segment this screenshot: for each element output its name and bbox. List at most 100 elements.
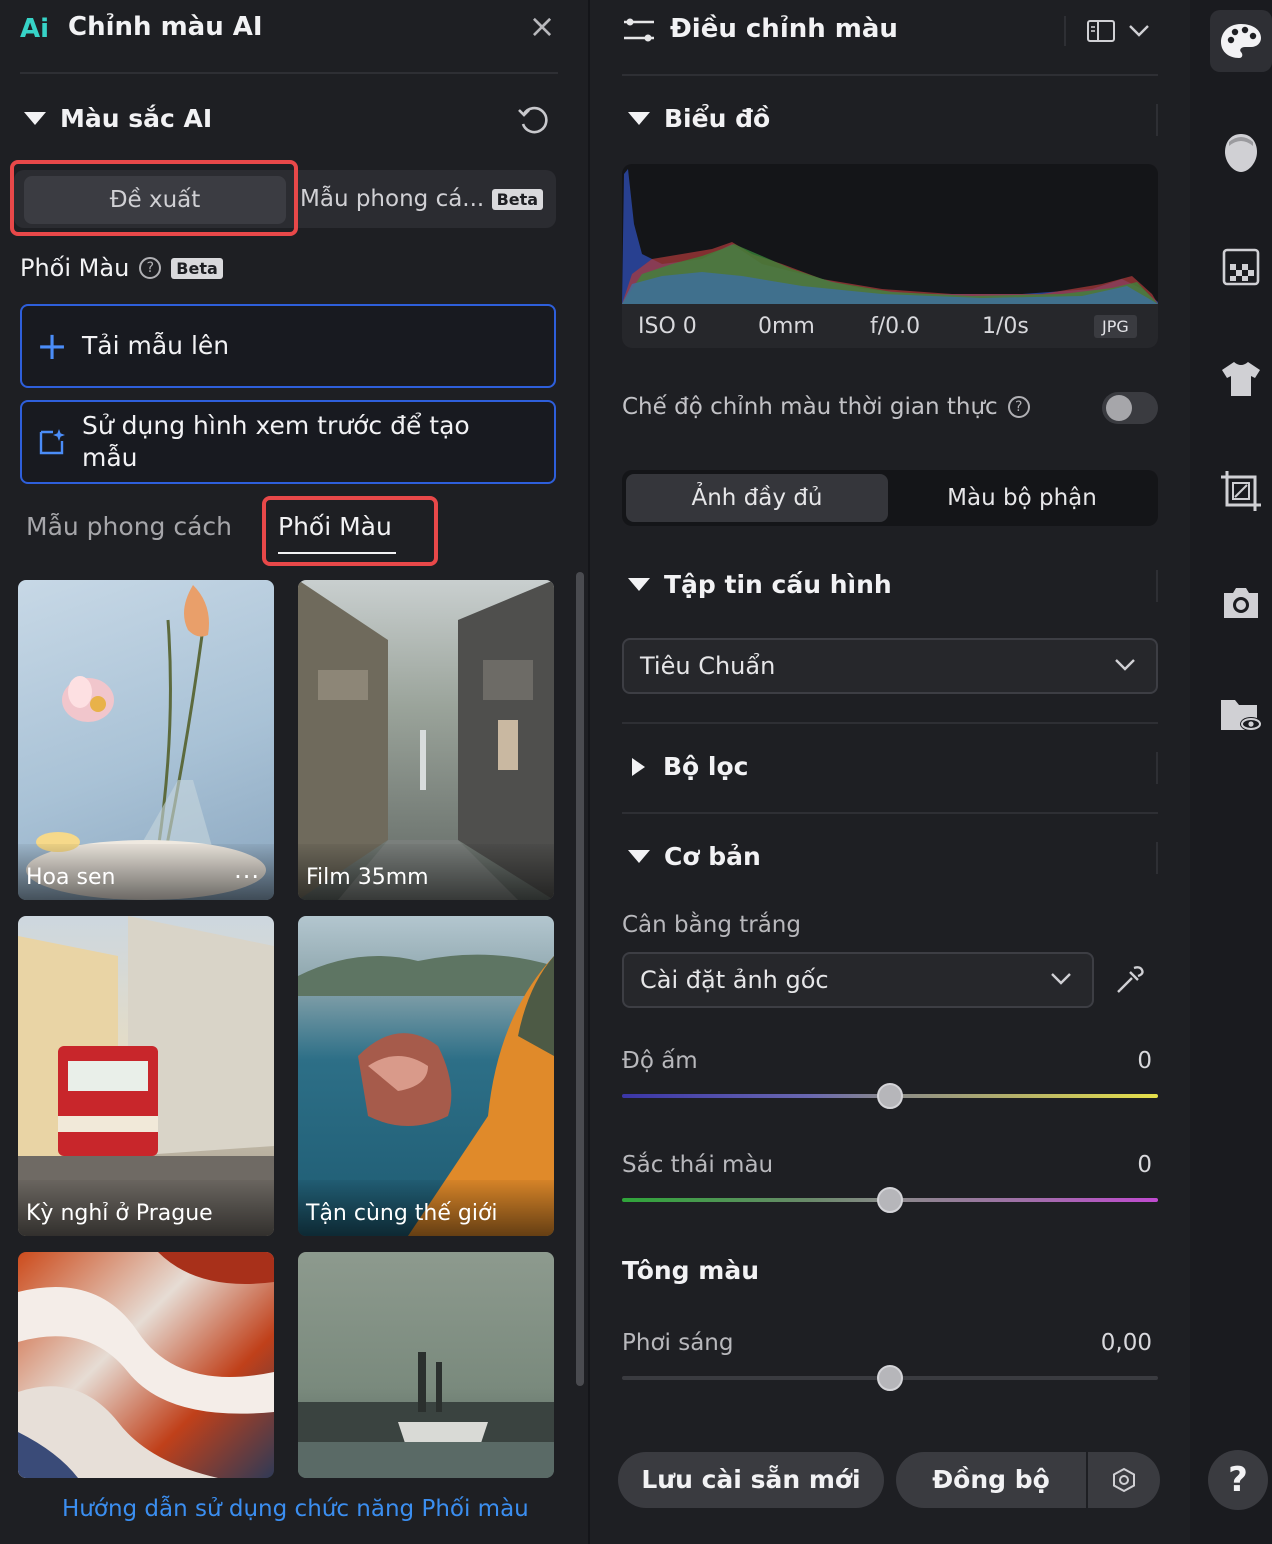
- collapse-triangle-icon: [24, 112, 46, 125]
- folder-eye-icon: [1221, 700, 1262, 731]
- section-title: Cơ bản: [664, 842, 761, 871]
- reset-icon[interactable]: [516, 102, 550, 136]
- card-title: Film 35mm: [306, 865, 429, 890]
- profile-header[interactable]: Tập tin cấu hình: [628, 570, 892, 599]
- divider: [1064, 16, 1066, 46]
- palette-icon: [1221, 24, 1261, 58]
- profile-value: Tiêu Chuẩn: [640, 652, 776, 680]
- help-icon[interactable]: ?: [139, 257, 162, 279]
- white-balance-dropdown[interactable]: Cài đặt ảnh gốc: [622, 952, 1094, 1008]
- template-card[interactable]: [298, 1252, 554, 1478]
- preview-label: Sử dụng hình xem trước để tạo mẫu: [82, 411, 470, 472]
- divider: [1156, 104, 1158, 136]
- profile-dropdown[interactable]: Tiêu Chuẩn: [622, 638, 1158, 694]
- expand-triangle-icon: [632, 757, 645, 776]
- ai-logo-icon: Ai: [20, 14, 50, 44]
- collapse-triangle-icon: [628, 850, 650, 863]
- filter-header[interactable]: Bộ lọc: [632, 752, 749, 781]
- divider: [20, 72, 558, 74]
- warmth-slider-thumb[interactable]: [877, 1083, 903, 1109]
- scrollbar[interactable]: [576, 572, 584, 1386]
- exposure-slider-thumb[interactable]: [877, 1365, 903, 1391]
- help-icon[interactable]: ?: [1007, 396, 1030, 418]
- sync-settings-button[interactable]: [1088, 1452, 1160, 1508]
- camera-icon: [1224, 588, 1258, 618]
- face-tool[interactable]: [1210, 122, 1272, 184]
- divider: [622, 812, 1158, 814]
- shirt-icon: [1222, 362, 1260, 396]
- plus-icon: +: [36, 324, 68, 368]
- eyedropper-icon[interactable]: [1114, 964, 1146, 996]
- palette-tool[interactable]: [1210, 10, 1272, 72]
- segment-style-template[interactable]: Mẫu phong cá... Beta: [300, 186, 544, 212]
- tint-slider-thumb[interactable]: [877, 1187, 903, 1213]
- face-icon: [1225, 134, 1257, 172]
- sync-button[interactable]: Đồng bộ: [896, 1452, 1086, 1508]
- clothing-tool[interactable]: [1210, 348, 1272, 410]
- section-ai-color-header[interactable]: Màu sắc AI: [24, 104, 212, 133]
- tint-value: 0: [1137, 1152, 1152, 1178]
- divider: [622, 74, 1158, 76]
- chevron-down-icon[interactable]: [1128, 24, 1150, 38]
- ai-color-panel: Ai Chỉnh màu AI × Màu sắc AI Đề xuất Mẫu…: [0, 0, 588, 1544]
- help-button[interactable]: ?: [1208, 1450, 1268, 1510]
- tone-title: Tông màu: [622, 1256, 759, 1285]
- divider: [1156, 842, 1158, 874]
- exif-bar: ISO 0 0mm f/0.0 1/0s JPG: [622, 304, 1158, 348]
- tab-style-template[interactable]: Mẫu phong cách: [26, 512, 232, 541]
- tab-partial-color[interactable]: Màu bộ phận: [890, 474, 1154, 522]
- template-card[interactable]: Tận cùng thế giới: [298, 916, 554, 1236]
- exposure-label: Phơi sáng: [622, 1330, 734, 1356]
- realtime-row: Chế độ chỉnh màu thời gian thực ?: [622, 394, 1030, 420]
- more-icon[interactable]: ···: [234, 865, 260, 889]
- mosaic-tool[interactable]: [1210, 236, 1272, 298]
- color-match-header: Phối Màu ? Beta: [20, 254, 223, 282]
- template-card[interactable]: Film 35mm: [298, 580, 554, 900]
- guide-link[interactable]: Hướng dẫn sử dụng chức năng Phối màu: [62, 1496, 529, 1522]
- color-match-title: Phối Màu: [20, 254, 130, 282]
- tool-rail: [1190, 0, 1272, 1544]
- section-title: Bộ lọc: [663, 752, 749, 781]
- save-preset-button[interactable]: Lưu cài sẵn mới: [618, 1452, 884, 1508]
- template-card[interactable]: Hoa sen ···: [18, 580, 274, 900]
- camera-tool[interactable]: [1210, 572, 1272, 634]
- aperture-value: f/0.0: [870, 313, 921, 339]
- card-image: [18, 1252, 274, 1478]
- shutter-value: 1/0s: [982, 313, 1029, 339]
- chevron-down-icon[interactable]: [1114, 658, 1136, 672]
- beta-badge: Beta: [171, 257, 223, 279]
- layout-toggle-icon[interactable]: [1086, 18, 1116, 44]
- card-title: Tận cùng thế giới: [306, 1201, 498, 1226]
- basic-header[interactable]: Cơ bản: [628, 842, 761, 871]
- section-title: Biểu đồ: [664, 104, 771, 133]
- collapse-triangle-icon: [628, 578, 650, 591]
- iso-value: ISO 0: [638, 313, 697, 339]
- divider: [622, 722, 1158, 724]
- close-icon[interactable]: ×: [528, 10, 556, 42]
- crop-tool[interactable]: [1210, 460, 1272, 522]
- crop-icon: [1221, 471, 1261, 511]
- histogram-graph: [622, 169, 1158, 304]
- tab-full-image[interactable]: Ảnh đầy đủ: [626, 474, 888, 522]
- panel-title: Chỉnh màu AI: [68, 12, 263, 42]
- use-preview-button[interactable]: Sử dụng hình xem trước để tạo mẫu: [20, 400, 556, 484]
- chevron-down-icon[interactable]: [1050, 972, 1072, 986]
- tint-label: Sắc thái màu: [622, 1152, 774, 1178]
- card-title: Hoa sen: [26, 865, 116, 890]
- highlight-box: [262, 496, 438, 566]
- realtime-label: Chế độ chỉnh màu thời gian thực: [622, 394, 998, 420]
- beta-badge: Beta: [491, 189, 544, 210]
- adjust-sliders-icon: [624, 18, 654, 42]
- sparkle-image-icon: [22, 427, 82, 457]
- hexagon-settings-icon: [1113, 1467, 1135, 1493]
- upload-template-button[interactable]: + Tải mẫu lên: [20, 304, 556, 388]
- warmth-label: Độ ấm: [622, 1048, 698, 1074]
- card-title: Kỳ nghỉ ở Prague: [26, 1201, 213, 1226]
- realtime-toggle[interactable]: [1102, 392, 1158, 424]
- warmth-value: 0: [1137, 1048, 1152, 1074]
- template-card[interactable]: [18, 1252, 274, 1478]
- preview-folder-tool[interactable]: [1210, 684, 1272, 746]
- toggle-knob: [1106, 395, 1132, 421]
- template-card[interactable]: Kỳ nghỉ ở Prague: [18, 916, 274, 1236]
- histogram-header[interactable]: Biểu đồ: [628, 104, 770, 133]
